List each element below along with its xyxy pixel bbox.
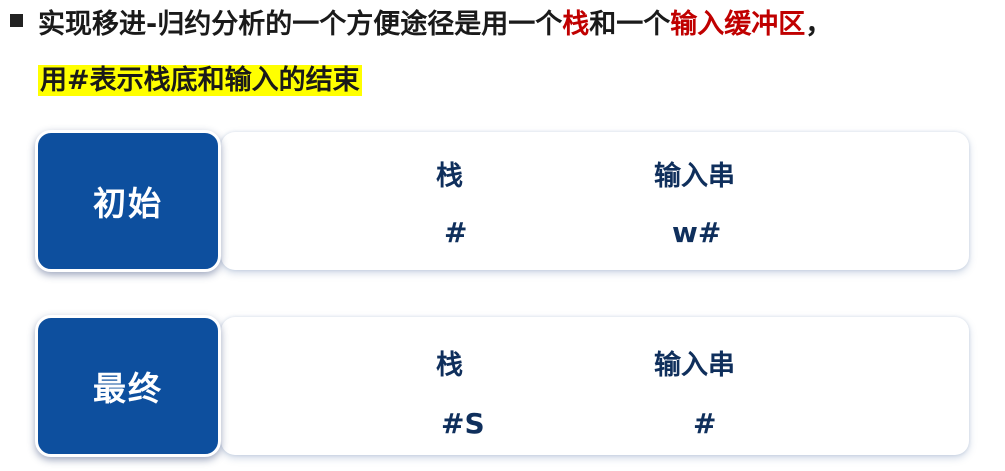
input-header: 输入串 [654, 350, 735, 381]
intro-highlighted-text: 用#表示栈底和输入的结束 [38, 65, 362, 96]
stack-header: 栈 [436, 161, 463, 192]
input-value: w# [672, 216, 722, 249]
row-label: 初始 [93, 184, 163, 223]
stack-value: # [444, 216, 468, 249]
intro-line-1: 实现移进-归约分析的一个方便途径是用一个栈和一个输入缓冲区， [38, 2, 832, 41]
content-card-initial: 栈 输入串 # w# [221, 132, 969, 270]
input-value: # [693, 407, 717, 440]
input-header: 输入串 [654, 161, 735, 192]
label-box-initial: 初始 [35, 130, 221, 272]
row-initial: 栈 输入串 # w# 初始 [0, 128, 1005, 274]
square-bullet-icon [10, 14, 23, 27]
intro-emphasis-stack: 栈 [562, 9, 590, 40]
stack-value: #S [441, 407, 485, 440]
intro-line-2: 用#表示栈底和输入的结束 [38, 58, 362, 97]
intro-text-part1: 实现移进-归约分析的一个方便途径是用一个 [38, 9, 563, 40]
intro-bullet: 实现移进-归约分析的一个方便途径是用一个栈和一个输入缓冲区， 用#表示栈底和输入… [0, 0, 1005, 100]
intro-text-part3: ， [805, 9, 833, 40]
row-final: 栈 输入串 #S # 最终 [0, 313, 1005, 461]
row-label: 最终 [93, 369, 163, 408]
label-box-final: 最终 [35, 315, 221, 457]
stack-header: 栈 [436, 350, 463, 381]
intro-emphasis-buffer: 输入缓冲区 [670, 9, 806, 40]
content-card-final: 栈 输入串 #S # [221, 317, 969, 455]
intro-text-part2: 和一个 [589, 9, 671, 40]
